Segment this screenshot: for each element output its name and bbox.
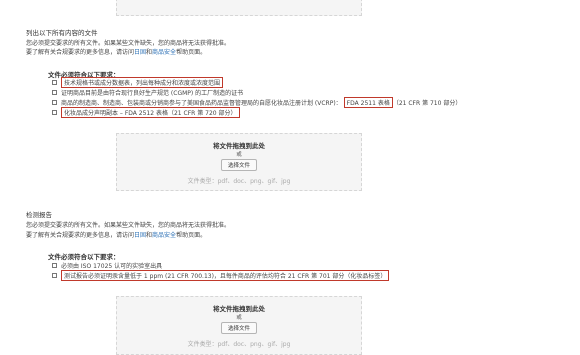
help-text: 要了解有关合规要求的更多信息，请访问日固和商品安全帮助页面。 bbox=[26, 47, 206, 56]
choose-file-button[interactable]: 选择文件 bbox=[220, 322, 258, 334]
help-text-suffix: 帮助页面。 bbox=[176, 49, 207, 56]
choose-file-button[interactable]: 选择文件 bbox=[220, 159, 258, 171]
dropzone-title: 将文件拖拽到此处 bbox=[213, 305, 265, 313]
requirement-item: 证明商品目前是由符合现行良好生产规范 (CGMP) 的工厂制造的证书 bbox=[52, 88, 244, 97]
dropzone-file-types: 文件类型：pdf、doc、png、gif、jpg bbox=[187, 341, 291, 348]
requirement-checkbox[interactable] bbox=[52, 99, 57, 105]
section-heading-test-report: 检测报告 bbox=[26, 211, 52, 219]
dropzone-or: 或 bbox=[236, 315, 242, 321]
help-link-compliance[interactable]: 日固 bbox=[134, 232, 146, 239]
upload-dropzone[interactable]: 将文件拖拽到此处 或 选择文件 文件类型：pdf、doc、png、gif、jpg bbox=[116, 296, 362, 355]
requirement-label-highlighted: 技术规格书或成分数据表，列出每种成分和浓度或浓度范围 bbox=[61, 76, 224, 88]
requirement-checkbox[interactable] bbox=[52, 272, 57, 278]
requirement-item: 必须由 ISO 17025 认可的实验室出具 bbox=[52, 261, 163, 270]
required-notice: 您必须提交要求的所有文件。如果某些文件缺失，您的商品将无法获得批准。 bbox=[26, 222, 231, 229]
requirement-checkbox[interactable] bbox=[52, 79, 57, 85]
required-notice: 您必须提交要求的所有文件。如果某些文件缺失，您的商品将无法获得批准。 bbox=[26, 40, 231, 47]
requirement-checkbox[interactable] bbox=[52, 109, 57, 115]
requirement-label-highlighted: 测试报告必须证明汞含量低于 1 ppm (21 CFR 700.13)，且每件商… bbox=[61, 269, 390, 281]
requirement-item: 商品的制造商、制造商、包装商或分销商参与了美国食品药品监督管理局的自愿化妆品注册… bbox=[52, 96, 462, 108]
help-link-product-safety[interactable]: 商品安全 bbox=[152, 49, 176, 56]
requirement-label-tail: （21 CFR 第 710 部分） bbox=[392, 99, 462, 107]
help-text: 要了解有关合规要求的更多信息，请访问日固和商品安全帮助页面。 bbox=[26, 230, 206, 239]
upload-dropzone[interactable]: 将文件拖拽到此处 或 选择文件 文件类型：pdf、doc、png、gif、jpg bbox=[116, 133, 362, 191]
help-text-prefix: 要了解有关合规要求的更多信息，请访问 bbox=[26, 49, 135, 56]
dropzone-or: 或 bbox=[236, 152, 242, 158]
help-text-prefix: 要了解有关合规要求的更多信息，请访问 bbox=[26, 232, 135, 239]
requirement-item: 测试报告必须证明汞含量低于 1 ppm (21 CFR 700.13)，且每件商… bbox=[52, 269, 390, 281]
requirement-checkbox[interactable] bbox=[52, 262, 57, 268]
requirement-label: 必须由 ISO 17025 认可的实验室出具 bbox=[61, 262, 163, 270]
section-heading-documents: 列出以下所有内容的文件 bbox=[26, 29, 98, 37]
help-text-suffix: 帮助页面。 bbox=[176, 232, 207, 239]
requirement-form-highlight: FDA 2511 表格 bbox=[343, 96, 393, 108]
help-link-compliance[interactable]: 日固 bbox=[134, 49, 146, 56]
upload-dropzone-previous[interactable] bbox=[116, 0, 362, 16]
requirement-item: 技术规格书或成分数据表，列出每种成分和浓度或浓度范围 bbox=[52, 76, 224, 88]
requirement-label: 证明商品目前是由符合现行良好生产规范 (CGMP) 的工厂制造的证书 bbox=[61, 89, 244, 97]
requirement-checkbox[interactable] bbox=[52, 89, 57, 95]
help-link-product-safety[interactable]: 商品安全 bbox=[152, 232, 176, 239]
requirement-item: 化妆品成分声明副本 – FDA 2512 表格（21 CFR 第 720 部分） bbox=[52, 106, 240, 118]
requirements-heading: 文件必须符合以下要求： bbox=[48, 253, 120, 261]
dropzone-file-types: 文件类型：pdf、doc、png、gif、jpg bbox=[187, 178, 291, 185]
dropzone-title: 将文件拖拽到此处 bbox=[213, 142, 265, 150]
requirement-label: 商品的制造商、制造商、包装商或分销商参与了美国食品药品监督管理局的自愿化妆品注册… bbox=[61, 99, 342, 107]
requirement-label-highlighted: 化妆品成分声明副本 – FDA 2512 表格（21 CFR 第 720 部分） bbox=[61, 106, 240, 118]
